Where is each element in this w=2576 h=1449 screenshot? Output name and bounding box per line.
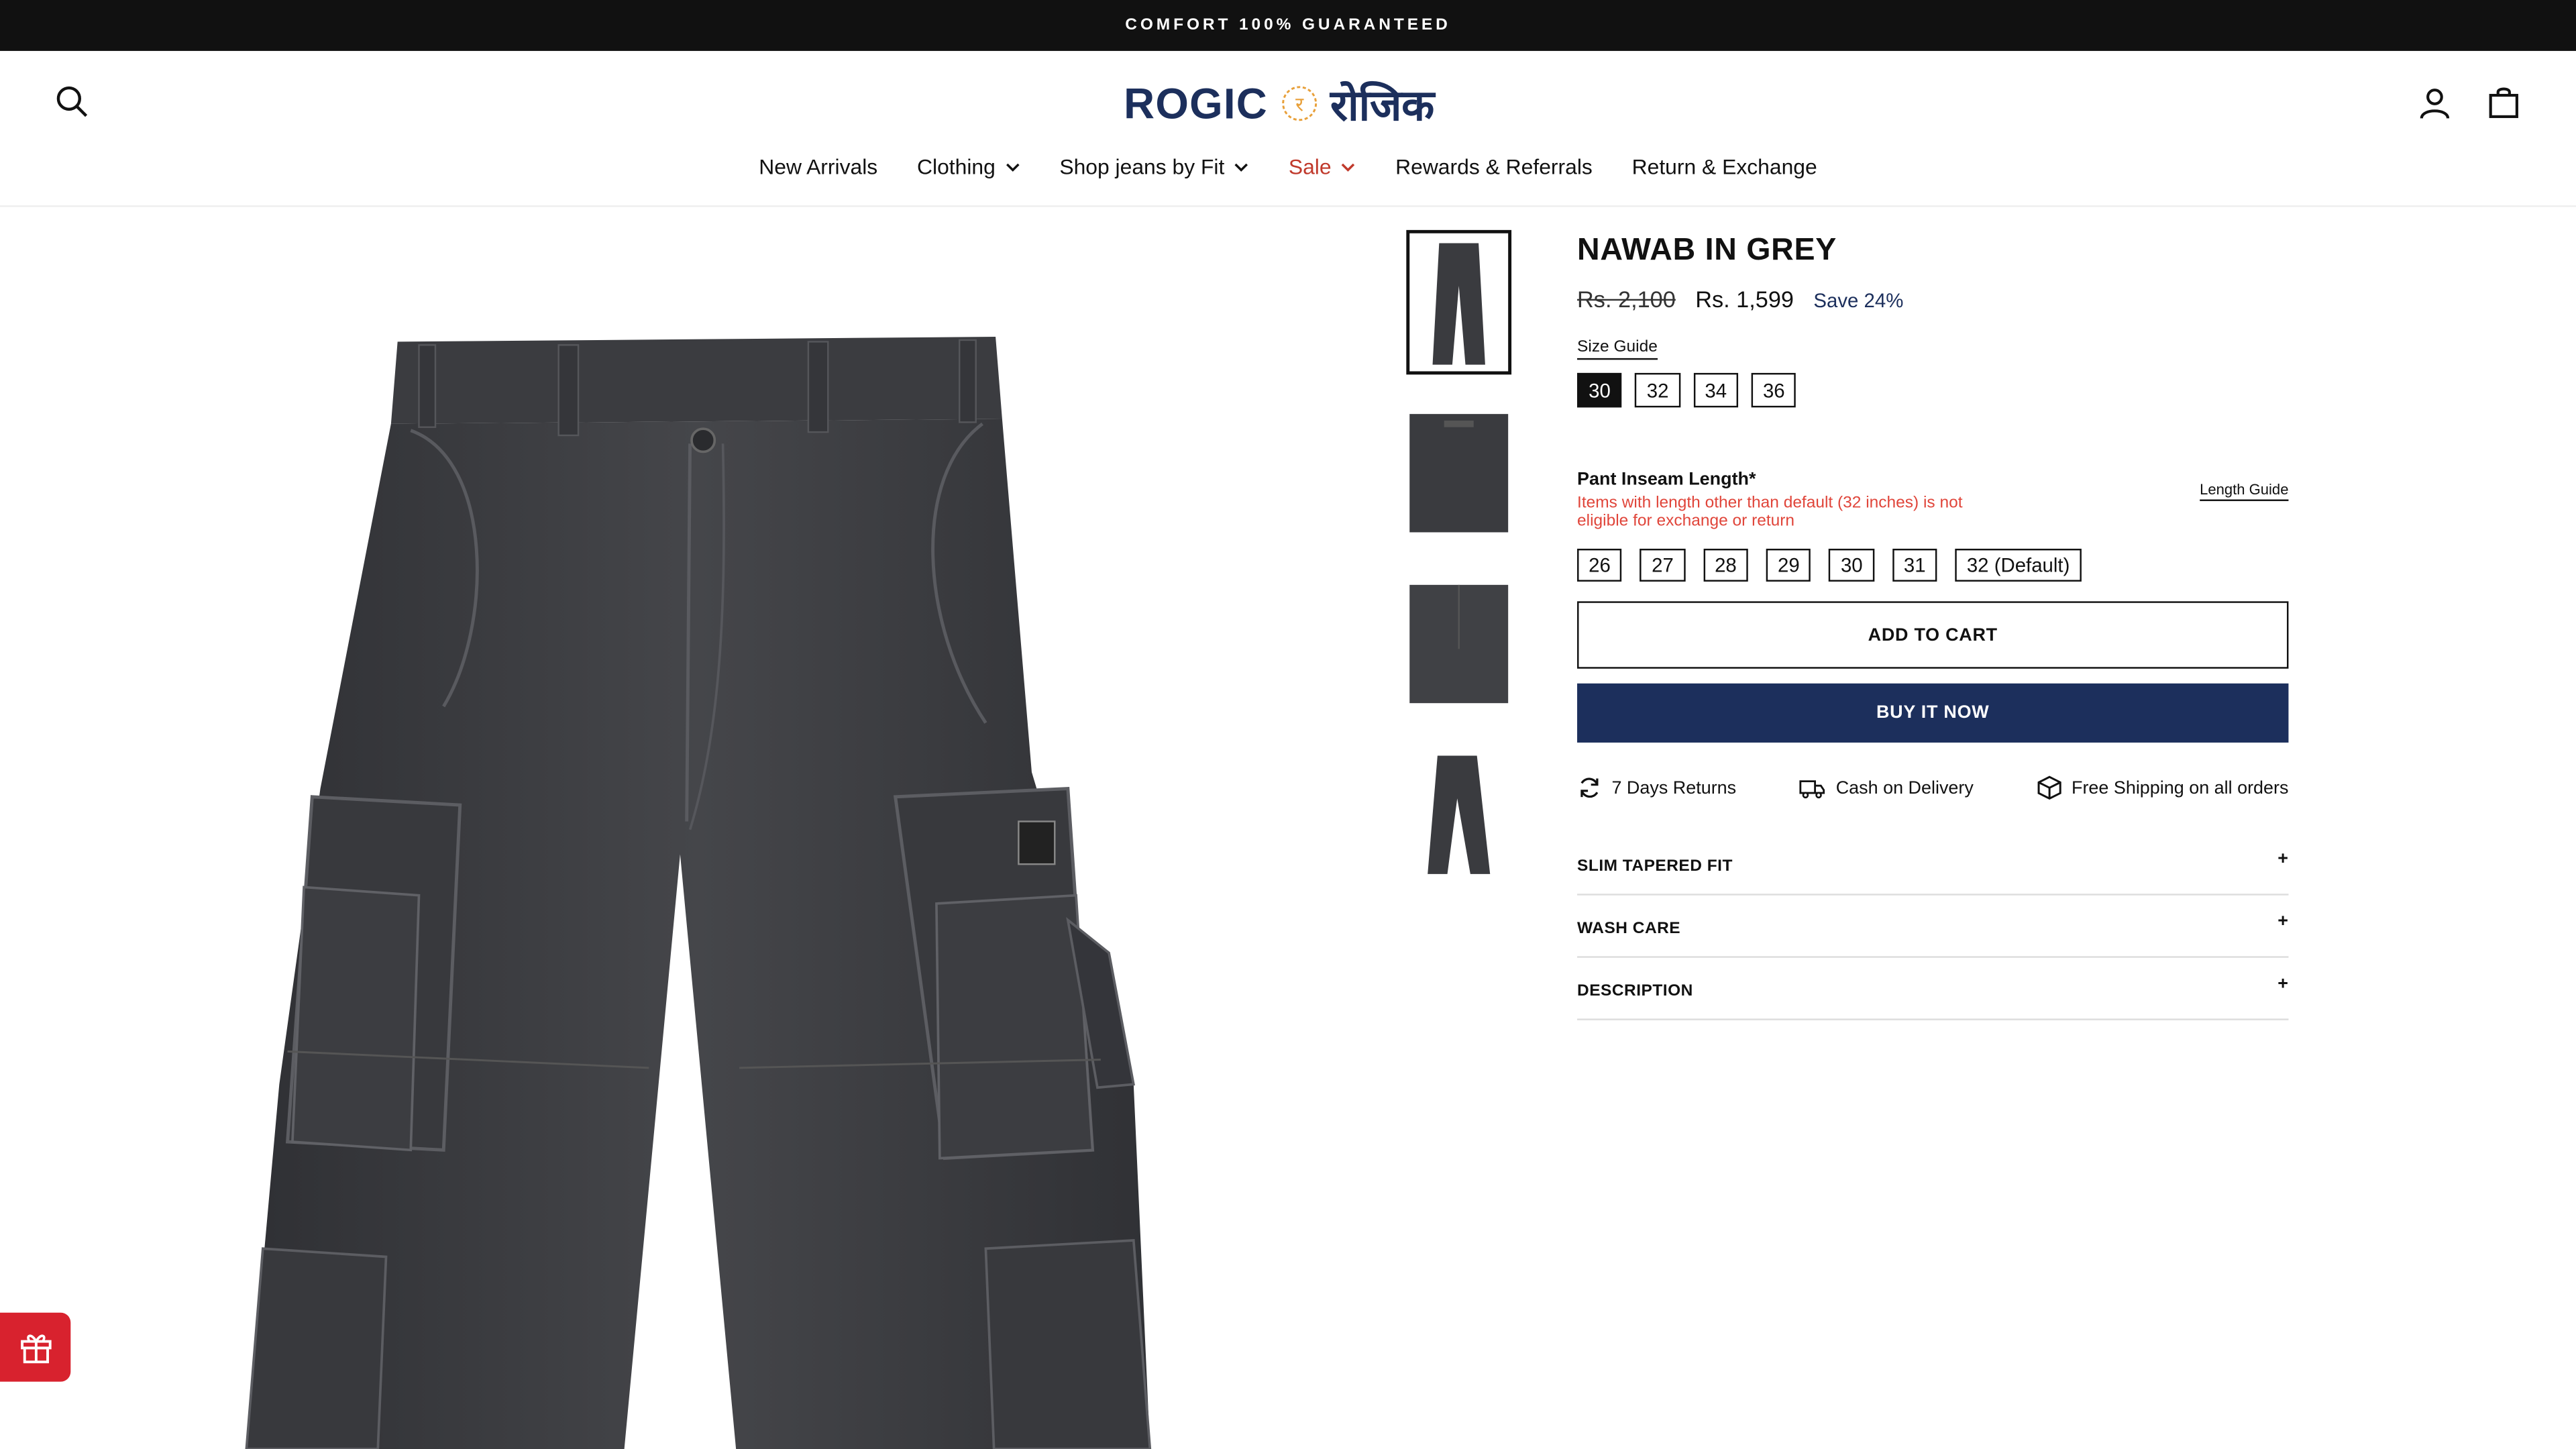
thumbnail-detail[interactable] [1406,572,1512,716]
thumbnail-back[interactable] [1406,400,1512,546]
size-option-30[interactable]: 30 [1577,372,1623,408]
buy-now-button[interactable]: BUY IT NOW [1577,683,2289,743]
inseam-option-29[interactable]: 29 [1766,548,1811,582]
page: COMFORT 100% GUARANTEED ROGIC र रोजिक Ne… [0,0,2576,1449]
account-icon[interactable] [2415,84,2455,123]
jeans-front-thumb [1432,243,1485,365]
nav-shop-jeans-by-fit[interactable]: Shop jeans by Fit [1059,154,1249,179]
jeans-back-thumb [1409,414,1509,533]
inseam-option-27[interactable]: 27 [1640,548,1685,582]
inseam-option-26[interactable]: 26 [1577,548,1623,582]
site-header: ROGIC र रोजिक New Arrivals Clothing Shop… [0,51,2576,207]
inseam-option-28[interactable]: 28 [1703,548,1748,582]
add-to-cart-button[interactable]: ADD TO CART [1577,601,2289,669]
save-badge: Save 24% [1813,289,1904,313]
size-guide-link[interactable]: Size Guide [1577,338,1658,360]
main-nav: New Arrivals Clothing Shop jeans by Fit … [0,154,2576,179]
inseam-option-32-default[interactable]: 32 (Default) [1955,548,2082,582]
announcement-text: COMFORT 100% GUARANTEED [1125,16,1451,35]
product-accordion: SLIM TAPERED FIT + WASH CARE + DESCRIPTION… [1577,833,2289,1020]
nav-clothing[interactable]: Clothing [917,154,1020,179]
product-info: NAWAB IN GREY Rs. 2,100 Rs. 1,599 Save 2… [1577,233,2289,1020]
jeans-side-thumb [1428,755,1491,874]
price-row: Rs. 2,100 Rs. 1,599 Save 24% [1577,286,2288,312]
inseam-option-30[interactable]: 30 [1829,548,1874,582]
logo-badge: र [1295,93,1304,115]
truck-icon [1800,779,1826,798]
plus-icon: + [2277,912,2289,932]
nav-rewards-referrals[interactable]: Rewards & Referrals [1395,154,1593,179]
chevron-down-icon [1006,162,1020,171]
perk-cod: Cash on Delivery [1800,775,1974,800]
size-option-36[interactable]: 36 [1751,372,1796,408]
accordion-fit[interactable]: SLIM TAPERED FIT + [1577,833,2289,896]
perk-returns: 7 Days Returns [1577,775,1736,800]
search-icon[interactable] [52,82,92,121]
perk-shipping: Free Shipping on all orders [2037,775,2288,800]
gift-icon [19,1334,51,1364]
nav-new-arrivals[interactable]: New Arrivals [759,154,877,179]
plus-icon: + [2277,849,2289,869]
accordion-description[interactable]: DESCRIPTION + [1577,958,2289,1020]
size-option-32[interactable]: 32 [1635,372,1680,408]
logo-latin: ROGIC [1124,78,1268,127]
nav-sale[interactable]: Sale [1289,154,1356,179]
cargo-jeans-image [245,337,1152,1449]
size-options: 30 32 34 36 [1577,372,2288,408]
perks-row: 7 Days Returns Cash on Delivery Free Shi… [1577,775,2288,800]
logo-devanagari: रोजिक [1330,80,1435,130]
product-main-image[interactable] [0,207,1387,1449]
inseam-option-31[interactable]: 31 [1892,548,1937,582]
thumbnail-front[interactable] [1406,229,1512,375]
inseam-header: Pant Inseam Length* Items with length ot… [1577,470,2289,531]
nav-return-exchange[interactable]: Return & Exchange [1632,154,1817,179]
compare-price: Rs. 2,100 [1577,286,1676,313]
size-option-34[interactable]: 34 [1693,372,1739,408]
rewards-gift-button[interactable] [0,1312,71,1382]
thumbnail-list [1406,229,1512,914]
refresh-icon [1580,777,1599,798]
inseam-warning: Items with length other than default (32… [1577,494,1963,531]
chevron-down-icon [1235,162,1248,171]
plus-icon: + [2277,974,2289,994]
inseam-label: Pant Inseam Length* [1577,470,1756,490]
logo[interactable]: ROGIC र रोजिक [1124,76,1434,131]
accordion-wash-care[interactable]: WASH CARE + [1577,896,2289,958]
announcement-bar: COMFORT 100% GUARANTEED [0,0,2576,51]
package-icon [2037,775,2061,800]
thumbnail-side[interactable] [1406,742,1512,888]
product-title: NAWAB IN GREY [1577,233,1837,268]
jeans-detail-thumb [1409,584,1509,704]
logo-emblem-icon: र [1281,86,1317,121]
cart-icon[interactable] [2484,82,2524,121]
inseam-options: 26 27 28 29 30 31 32 (Default) [1577,548,2288,582]
chevron-down-icon [1342,162,1356,171]
sale-price: Rs. 1,599 [1695,286,1794,313]
length-guide-link[interactable]: Length Guide [2200,482,2289,501]
